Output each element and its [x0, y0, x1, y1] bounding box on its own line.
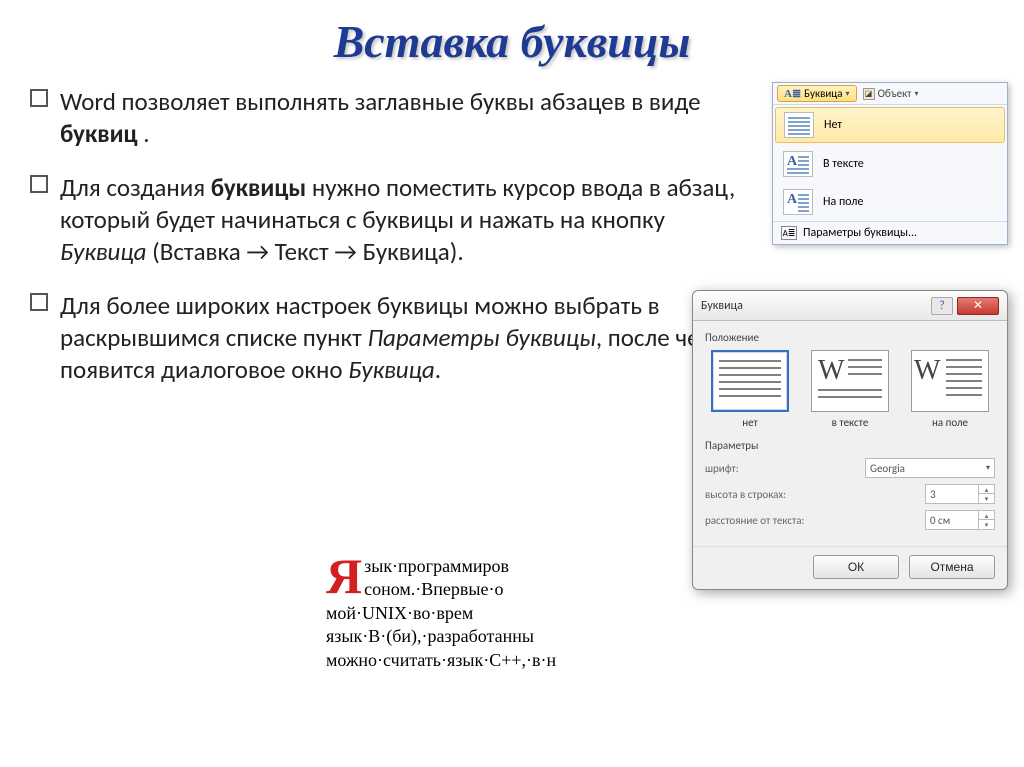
position-margin-icon: W — [911, 350, 989, 412]
p2-text-d: Буквица — [60, 236, 147, 267]
bullet-1: Word позволяет выполнять заглавные буквы… — [30, 86, 750, 150]
sample-line-3: мой·UNIX·во·врем — [326, 603, 473, 623]
checkbox-bullet-icon — [30, 175, 48, 193]
ribbon-dropcap-label: Буквица — [804, 87, 842, 100]
position-none-label: нет — [705, 416, 795, 429]
ribbon-option-none-label: Нет — [824, 118, 842, 132]
position-intext[interactable]: W в тексте — [805, 350, 895, 429]
ribbon-object-button[interactable]: ◪ Объект ▾ — [863, 87, 919, 100]
ribbon-option-intext-label: В тексте — [823, 157, 864, 171]
p3-text-e: . — [435, 354, 441, 385]
font-value: Georgia — [870, 462, 905, 475]
ribbon-option-params-label: Параметры буквицы... — [803, 226, 917, 240]
option-none-icon — [784, 112, 814, 138]
height-value: 3 — [926, 488, 978, 501]
p3-text-b: Параметры буквицы — [367, 322, 595, 353]
dialog-title-text: Буквица — [701, 299, 931, 313]
ribbon-option-margin[interactable]: A На поле — [773, 183, 1007, 221]
bullet-3: Для более широких настроек буквицы можно… — [30, 290, 750, 386]
dropcap-sample: Язык·программиров соном.·Впервые·о мой·U… — [326, 555, 706, 672]
p1-text-b: буквиц — [60, 118, 138, 149]
distance-spinner[interactable]: 0 см ▴▾ — [925, 510, 995, 530]
params-icon: A≣ — [781, 226, 797, 240]
spinner-arrows-icon[interactable]: ▴▾ — [978, 511, 994, 529]
p1-text-a: Word позволяет выполнять заглавные буквы… — [60, 86, 701, 117]
ribbon-option-params[interactable]: A≣ Параметры буквицы... — [773, 221, 1007, 244]
ribbon-option-none[interactable]: Нет — [775, 107, 1005, 143]
dialog-help-button[interactable]: ? — [931, 297, 953, 315]
option-margin-icon: A — [783, 189, 813, 215]
dropcap-a-icon: A≣ — [784, 87, 801, 100]
checkbox-bullet-icon — [30, 89, 48, 107]
position-none-icon — [711, 350, 789, 412]
dialog-titlebar: Буквица ? ✕ — [693, 291, 1007, 321]
distance-value: 0 см — [926, 514, 978, 527]
ribbon-header: A≣ Буквица ▾ ◪ Объект ▾ — [773, 83, 1007, 105]
bullet-2: Для создания буквицы нужно поместить кур… — [30, 172, 750, 268]
chevron-down-icon: ▾ — [986, 463, 990, 473]
ribbon-option-intext[interactable]: A В тексте — [773, 145, 1007, 183]
ribbon-object-label: Объект — [878, 87, 912, 100]
ribbon-dropcap-dropdown: A≣ Буквица ▾ ◪ Объект ▾ Нет A В тексте A… — [772, 82, 1008, 245]
p3-text-d: Буквица — [348, 354, 435, 385]
p2-text-b: буквицы — [211, 172, 306, 203]
cancel-button[interactable]: Отмена — [909, 555, 995, 579]
dialog-close-button[interactable]: ✕ — [957, 297, 999, 315]
position-margin[interactable]: W на поле — [905, 350, 995, 429]
font-label: шрифт: — [705, 462, 865, 475]
group-position-label: Положение — [705, 331, 995, 344]
p2-text-a: Для создания — [60, 172, 211, 203]
slide-title: Вставка буквицы — [0, 0, 1024, 86]
object-icon: ◪ — [863, 88, 875, 100]
dropcap-letter: Я — [326, 555, 362, 597]
font-combobox[interactable]: Georgia ▾ — [865, 458, 995, 478]
ribbon-dropcap-button[interactable]: A≣ Буквица ▾ — [777, 85, 857, 102]
dropcap-dialog: Буквица ? ✕ Положение нет W в тексте — [692, 290, 1008, 590]
sample-line-4: язык·B·(би),·разработанны — [326, 626, 534, 646]
chevron-down-icon: ▾ — [914, 89, 918, 99]
group-params-label: Параметры — [705, 439, 995, 452]
position-intext-label: в тексте — [805, 416, 895, 429]
ok-button[interactable]: ОК — [813, 555, 899, 579]
distance-label: расстояние от текста: — [705, 514, 925, 527]
spinner-arrows-icon[interactable]: ▴▾ — [978, 485, 994, 503]
position-none[interactable]: нет — [705, 350, 795, 429]
checkbox-bullet-icon — [30, 293, 48, 311]
chevron-down-icon: ▾ — [846, 89, 850, 99]
sample-line-1: зык·программиров — [364, 556, 509, 576]
option-intext-icon: A — [783, 151, 813, 177]
ribbon-option-margin-label: На поле — [823, 195, 863, 209]
height-label: высота в строках: — [705, 488, 925, 501]
sample-line-5: можно·считать·язык·C++,·в·н — [326, 650, 556, 670]
p2-text-e: (Вставка → Текст → Буквица). — [147, 236, 464, 267]
p1-text-c: . — [138, 118, 150, 149]
position-margin-label: на поле — [905, 416, 995, 429]
height-spinner[interactable]: 3 ▴▾ — [925, 484, 995, 504]
sample-line-2: соном.·Впервые·о — [364, 579, 503, 599]
position-intext-icon: W — [811, 350, 889, 412]
